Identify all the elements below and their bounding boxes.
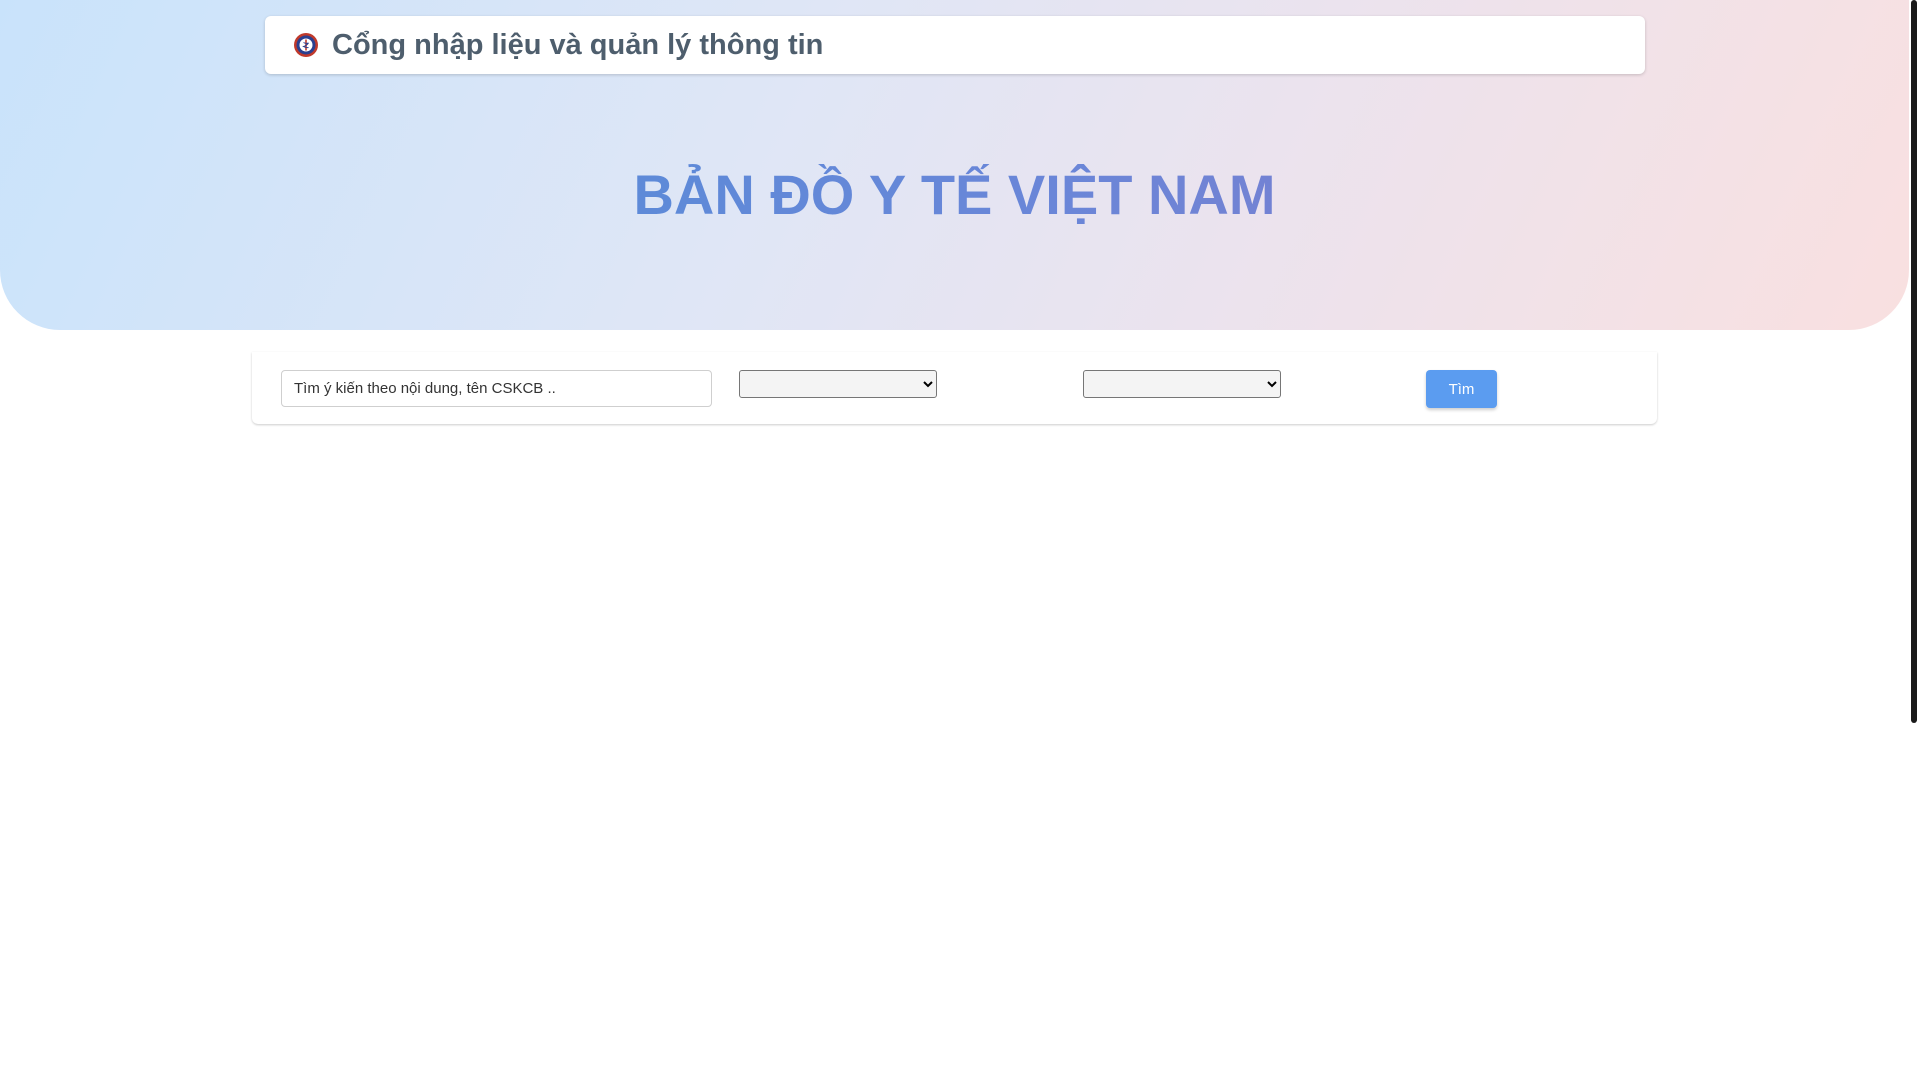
- vertical-scrollbar[interactable]: [1909, 0, 1920, 1080]
- scrollbar-thumb[interactable]: [1911, 0, 1917, 723]
- search-button[interactable]: Tìm: [1426, 370, 1497, 408]
- search-input[interactable]: [281, 370, 712, 407]
- hero-banner: Cổng nhập liệu và quản lý thông tin BẢN …: [0, 0, 1909, 330]
- ministry-of-health-logo-icon[interactable]: [293, 32, 319, 58]
- top-header-bar: Cổng nhập liệu và quản lý thông tin: [265, 16, 1645, 74]
- filter-select-2[interactable]: [1083, 370, 1281, 398]
- search-panel: Tìm: [252, 352, 1657, 424]
- page: Cổng nhập liệu và quản lý thông tin BẢN …: [0, 0, 1920, 1080]
- hero-title: BẢN ĐỒ Y TẾ VIỆT NAM: [0, 160, 1909, 230]
- filter-select-1[interactable]: [739, 370, 937, 398]
- portal-title: Cổng nhập liệu và quản lý thông tin: [332, 28, 824, 61]
